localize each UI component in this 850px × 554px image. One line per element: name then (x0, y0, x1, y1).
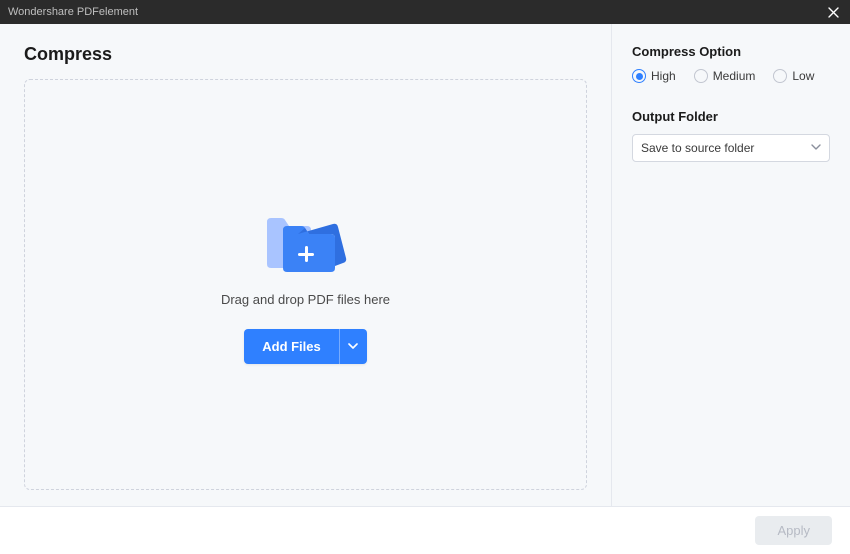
page-title: Compress (24, 44, 587, 65)
compress-option-heading: Compress Option (632, 44, 830, 59)
left-pane: Compress Drag and drop PDF files here Ad… (0, 24, 612, 506)
folder-add-icon (261, 206, 351, 276)
add-files-dropdown-button[interactable] (339, 329, 367, 364)
output-folder-value: Save to source folder (641, 141, 754, 155)
compress-level-medium[interactable]: Medium (694, 69, 756, 83)
radio-label: Low (792, 69, 814, 83)
chevron-down-icon (348, 341, 358, 351)
apply-button[interactable]: Apply (755, 516, 832, 545)
radio-icon (694, 69, 708, 83)
main-content: Compress Drag and drop PDF files here Ad… (0, 24, 850, 506)
radio-icon (632, 69, 646, 83)
options-pane: Compress Option High Medium Low Output F… (612, 24, 850, 506)
output-folder-select[interactable]: Save to source folder (632, 134, 830, 162)
compress-level-group: High Medium Low (632, 69, 830, 83)
footer-bar: Apply (0, 506, 850, 554)
close-icon (828, 7, 839, 18)
chevron-down-icon (811, 141, 821, 155)
compress-level-high[interactable]: High (632, 69, 676, 83)
add-files-group: Add Files (244, 329, 367, 364)
dropzone-hint: Drag and drop PDF files here (221, 292, 390, 307)
file-dropzone[interactable]: Drag and drop PDF files here Add Files (24, 79, 587, 490)
add-files-button[interactable]: Add Files (244, 329, 339, 364)
radio-icon (773, 69, 787, 83)
compress-level-low[interactable]: Low (773, 69, 814, 83)
radio-label: High (651, 69, 676, 83)
output-folder-heading: Output Folder (632, 109, 830, 124)
window-titlebar: Wondershare PDFelement (0, 0, 850, 24)
radio-label: Medium (713, 69, 756, 83)
window-title: Wondershare PDFelement (8, 6, 138, 18)
window-close-button[interactable] (824, 3, 842, 21)
